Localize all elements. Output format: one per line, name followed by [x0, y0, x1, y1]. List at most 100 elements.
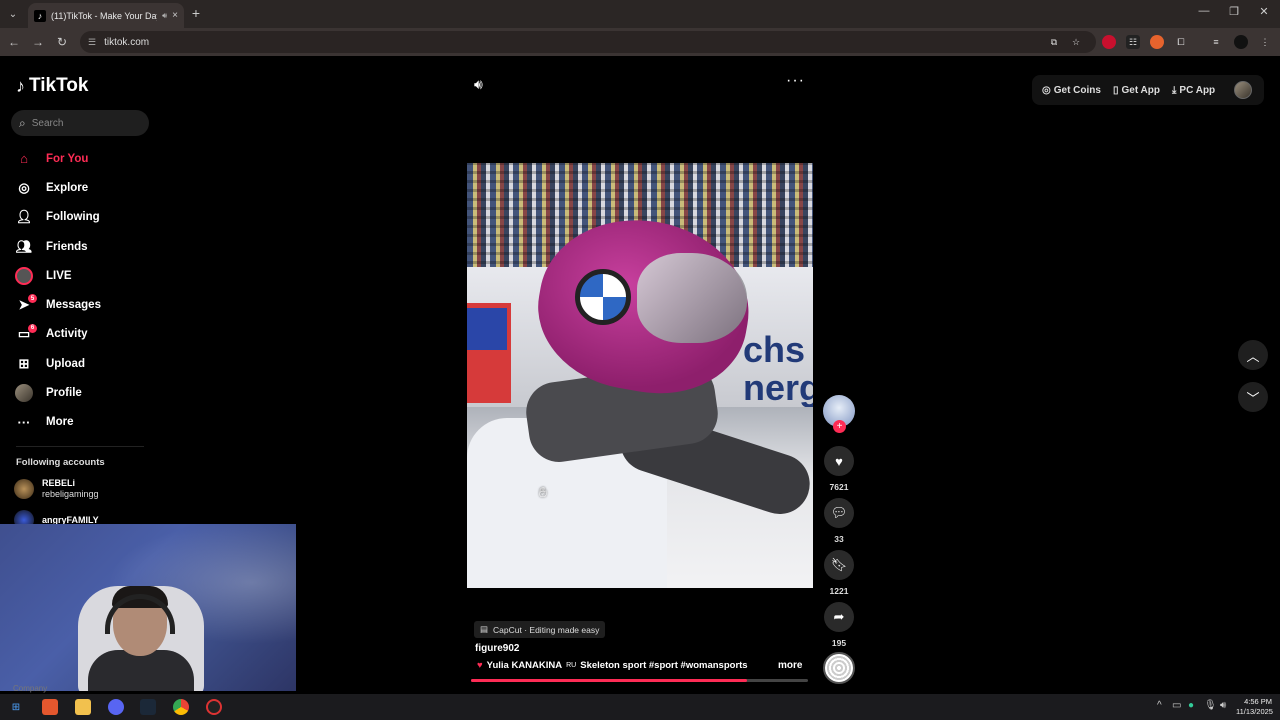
mouse-cursor-icon: ✋︎ — [539, 484, 547, 500]
new-tab-button[interactable]: + — [188, 5, 204, 21]
comment-icon: 💬︎ — [830, 505, 848, 520]
browser-tab[interactable]: ♪ (11)TikTok - Make Your Day 🔊︎ × — [28, 3, 184, 28]
like-button[interactable]: ♥ — [824, 446, 854, 476]
person-icon: 👤︎ — [15, 209, 33, 225]
header-profile-avatar[interactable] — [1234, 81, 1252, 99]
video-player[interactable]: chs nerg — [467, 163, 813, 588]
avatar — [15, 384, 33, 403]
tab-close-icon[interactable]: × — [172, 10, 178, 21]
capcut-chip[interactable]: ▤ CapCut · Editing made easy — [474, 621, 606, 638]
tray-volume-icon[interactable]: 🔊︎ — [1220, 700, 1226, 711]
avatar-wrap — [14, 383, 34, 403]
discord-icon[interactable] — [108, 699, 124, 715]
account-name: REBELi — [42, 478, 76, 488]
window-close-icon[interactable]: ✕ — [1254, 5, 1274, 18]
sidebar-item-label: Following — [46, 211, 100, 224]
more-options-icon[interactable]: ··· — [786, 72, 805, 90]
extensions-puzzle-icon[interactable]: ⧠ — [1174, 35, 1188, 49]
profile-avatar-icon[interactable] — [1234, 35, 1248, 49]
save-button[interactable]: 🔖︎ — [824, 550, 854, 580]
sidebar-item-friends[interactable]: 👥︎ Friends — [14, 232, 154, 261]
phone-icon: ▯ — [1112, 84, 1119, 96]
pc-app-button[interactable]: ⤓ PC App — [1172, 85, 1215, 96]
sidebar-item-explore[interactable]: ◎ Explore — [14, 173, 154, 202]
restore-icon[interactable]: ❐ — [1224, 5, 1244, 18]
obs-icon[interactable] — [206, 699, 222, 715]
reading-list-icon[interactable]: ≡ — [1209, 35, 1223, 49]
previous-video-button[interactable]: ︿ — [1238, 340, 1268, 370]
steam-icon[interactable] — [140, 699, 156, 715]
video-username[interactable]: figure902 — [475, 643, 519, 654]
tab-list-chevron-icon[interactable]: ⌄ — [5, 6, 21, 22]
sidebar-item-following[interactable]: 👤︎ Following — [14, 203, 154, 232]
sidebar-item-profile[interactable]: Profile — [14, 378, 154, 407]
get-app-button[interactable]: ▯ Get App — [1113, 85, 1160, 96]
speaker-icon[interactable]: 🔊︎ — [162, 11, 167, 21]
volume-icon[interactable]: 🔊︎ — [474, 76, 483, 93]
account-names: REBELi rebeligamingg — [42, 478, 99, 500]
footer-company-text[interactable]: Company — [13, 684, 47, 693]
windows-taskbar: ⊞ ^ ▭ ● 🎙︎ 🔊︎ 4:56 PM 11/13/2025 — [0, 694, 1280, 720]
sidebar-item-messages[interactable]: ➤ 5 Messages — [14, 290, 154, 319]
windows-start-icon[interactable]: ⊞ — [8, 699, 24, 715]
back-icon[interactable]: ← — [6, 34, 22, 50]
video-description: ♥ Yulia KANAKINA RU Skeleton sport #spor… — [477, 660, 752, 671]
comment-button[interactable]: 💬︎ — [824, 498, 854, 528]
chrome-icon[interactable] — [173, 699, 189, 715]
music-disc-icon[interactable] — [823, 652, 855, 684]
webcam-overlay — [0, 524, 296, 691]
cast-icon[interactable]: ⧉ — [1047, 35, 1061, 49]
tray-chevron-icon[interactable]: ^ — [1157, 700, 1162, 711]
file-explorer-icon[interactable] — [75, 699, 91, 715]
clock-date: 11/13/2025 — [1236, 707, 1273, 716]
description-name: Yulia KANAKINA — [486, 660, 563, 671]
bookmark-icon: 🔖︎ — [830, 557, 848, 572]
follow-plus-icon[interactable]: + — [833, 420, 846, 433]
sidebar-item-upload[interactable]: ⊞ Upload — [14, 349, 154, 378]
sidebar-item-label: More — [46, 416, 74, 429]
search-icon[interactable]: ⌕ — [19, 116, 26, 131]
bookmark-star-icon[interactable]: ☆ — [1069, 35, 1083, 49]
share-button[interactable]: ➦ — [824, 602, 854, 632]
share-count: 195 — [831, 638, 847, 648]
get-app-label: Get App — [1121, 84, 1160, 96]
sidebar-item-label: Profile — [46, 387, 82, 400]
logo-text: TikTok — [29, 75, 89, 96]
menu-kebab-icon[interactable]: ⋮ — [1258, 35, 1272, 49]
tiktok-logo[interactable]: ♪ TikTok — [16, 75, 88, 97]
brave-icon[interactable] — [42, 699, 58, 715]
search-bar[interactable]: ⌕ — [11, 110, 149, 136]
extension-dark-icon[interactable]: ☷ — [1126, 35, 1140, 49]
search-input[interactable] — [31, 117, 132, 129]
address-bar[interactable]: ☰ tiktok.com — [80, 31, 1096, 53]
extension-orange-icon[interactable] — [1150, 35, 1164, 49]
following-account-item[interactable]: REBELi rebeligamingg — [14, 478, 99, 500]
site-info-icon[interactable]: ☰ — [88, 37, 96, 48]
tray-mic-icon[interactable]: 🎙︎ — [1204, 700, 1217, 711]
forward-icon[interactable]: → — [30, 34, 46, 50]
sidebar-item-activity[interactable]: ▭ 6 Activity — [14, 320, 154, 349]
get-coins-button[interactable]: ◎ Get Coins — [1042, 85, 1101, 96]
tray-network-icon[interactable]: ▭ — [1172, 700, 1181, 711]
compass-icon: ◎ — [18, 179, 30, 195]
sidebar-item-more[interactable]: ··· More — [14, 408, 154, 437]
extension-red-icon[interactable] — [1102, 35, 1116, 49]
description-hashtags[interactable]: Skeleton sport #sport #womansports — [580, 660, 747, 671]
description-more-link[interactable]: more — [778, 660, 802, 671]
taskbar-clock[interactable]: 4:56 PM 11/13/2025 — [1236, 697, 1273, 717]
tab-title: (11)TikTok - Make Your Day — [51, 10, 158, 21]
tray-status-icon[interactable]: ● — [1188, 700, 1194, 711]
browser-toolbar: ← → ↻ ☰ tiktok.com ⧉ ☆ ☷ ⧠ ≡ ⋮ — [0, 28, 1280, 56]
sidebar-nav: ⌂ For You ◎ Explore 👤︎ Following 👥︎ Frie… — [14, 144, 154, 437]
chevron-down-icon: ﹀ — [1246, 390, 1260, 406]
live-icon-wrap — [14, 266, 34, 286]
reload-icon[interactable]: ↻ — [54, 34, 70, 50]
sidebar-item-label: Friends — [46, 240, 88, 253]
header-actions: ◎ Get Coins ▯ Get App ⤓ PC App — [1032, 75, 1264, 105]
next-video-button[interactable]: ﹀ — [1238, 382, 1268, 412]
sidebar-item-label: Activity — [46, 328, 88, 341]
sidebar-item-live[interactable]: LIVE — [14, 261, 154, 290]
minimize-icon[interactable]: — — [1194, 5, 1214, 17]
sidebar-item-for-you[interactable]: ⌂ For You — [14, 144, 154, 173]
chevron-up-icon: ︿ — [1246, 348, 1260, 364]
